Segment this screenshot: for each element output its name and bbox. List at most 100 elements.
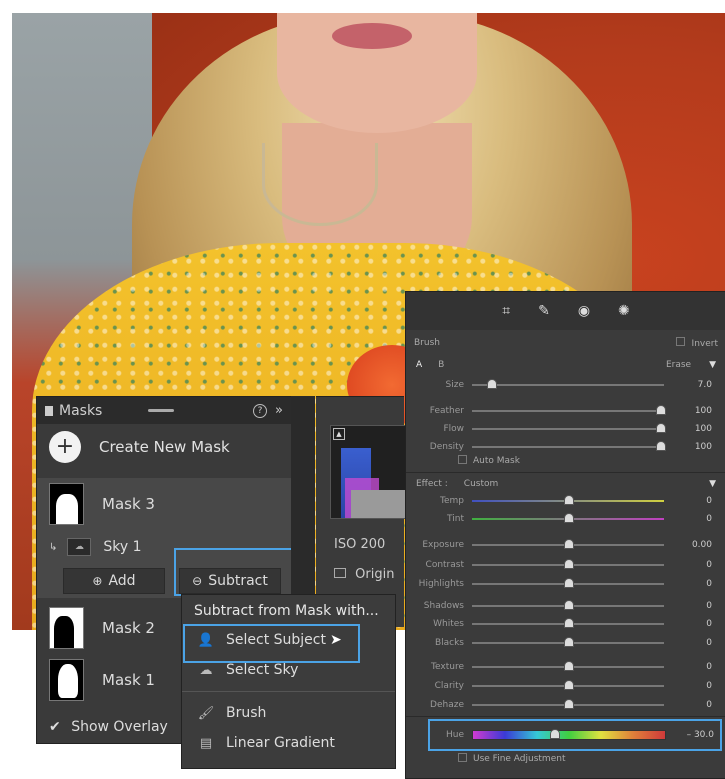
slider-knob[interactable] [656,441,666,451]
add-button[interactable]: ⊕ Add [63,568,165,594]
slider-knob[interactable] [564,600,574,610]
slider-knob[interactable] [564,680,574,690]
slider-knob[interactable] [564,559,574,569]
collapse-triangle-icon[interactable]: ▼ [709,479,725,489]
slider-value[interactable]: 0.00 [664,540,712,550]
masks-title: Masks [59,402,103,419]
slider-knob[interactable] [564,637,574,647]
auto-mask-label: Auto Mask [473,456,520,466]
slider-track[interactable] [472,618,664,628]
slider-knob[interactable] [564,661,574,671]
panel-separator [291,396,315,626]
mask-label: Mask 3 [102,495,155,513]
iso-readout: ISO 200 [334,537,386,552]
clipping-warning-icon[interactable]: ▲ [333,428,345,440]
original-toggle[interactable]: Origin [334,567,394,582]
checkbox-checked-icon: ✔ [49,719,61,735]
slider-track[interactable] [472,405,666,415]
slider-track[interactable] [472,637,664,647]
menu-item-label: Brush [226,705,267,721]
sky-icon: ☁ [199,662,213,678]
fine-adjustment-row[interactable]: Use Fine Adjustment [406,750,725,768]
slider-value[interactable]: 0 [664,560,712,570]
tab-a[interactable]: A [406,360,422,370]
auto-mask-row[interactable]: Auto Mask [406,452,725,470]
slider-label: Dehaze [430,700,464,710]
slider-value[interactable]: 0 [664,579,712,589]
effect-preset-select[interactable]: Custom [448,479,498,489]
slider-track[interactable] [472,539,664,549]
slider-track[interactable] [472,423,666,433]
slider-row-shadows: Shadows 0 [406,597,725,615]
menu-item-brush[interactable]: 🖌 Brush [182,698,395,728]
slider-track[interactable] [472,661,664,671]
tab-erase[interactable]: Erase [666,360,709,370]
help-icon[interactable]: ? [253,403,268,418]
slider-label: Exposure [422,540,464,550]
menu-item-label: Select Sky [226,662,299,678]
slider-value[interactable]: 100 [664,406,712,416]
slider-knob[interactable] [656,405,666,415]
slider-track[interactable] [472,559,664,569]
slider-row-blacks: Blacks 0 [406,634,725,652]
slider-row-exposure: Exposure 0.00 [406,536,725,554]
slider-label: Blacks [434,638,464,648]
panel-menu-icon[interactable] [45,405,53,416]
slider-track[interactable] [472,600,664,610]
subtract-dropdown-menu: Subtract from Mask with... 👤 Select Subj… [181,594,396,769]
slider-value[interactable]: 100 [664,442,712,452]
slider-row-contrast: Contrast 0 [406,556,725,574]
slider-value[interactable]: 0 [664,514,712,524]
tab-b[interactable]: B [422,360,444,370]
slider-knob[interactable] [564,699,574,709]
slider-knob[interactable] [486,379,497,389]
slider-knob[interactable] [564,495,574,505]
slider-label: Shadows [423,601,464,611]
redeye-icon[interactable]: ◉ [578,303,590,319]
slider-value[interactable]: 7.0 [664,380,712,390]
show-overlay-checkbox[interactable]: ✔ Show Overlay [49,719,168,735]
slider-knob[interactable] [656,423,666,433]
slider-value[interactable]: 0 [664,496,712,506]
drag-handle[interactable] [148,409,175,412]
slider-track[interactable] [472,379,664,389]
slider-label: Size [445,380,464,390]
checkbox-icon [334,568,346,578]
sky-icon: ☁ [67,538,92,556]
collapse-icon[interactable]: » [275,403,283,418]
collapse-triangle-icon[interactable]: ▼ [709,360,725,370]
slider-value[interactable]: 0 [664,662,712,672]
slider-label: Clarity [434,681,464,691]
slider-track[interactable] [472,495,664,505]
photo-lips [332,23,412,49]
mask-item-3[interactable]: Mask 3 [37,478,291,530]
slider-value[interactable]: 0 [664,700,712,710]
slider-track[interactable] [472,578,664,588]
photo-necklace [262,143,378,226]
slider-value[interactable]: 0 [664,601,712,611]
brush-icon: 🖌 [197,705,215,721]
slider-knob[interactable] [564,539,574,549]
slider-knob[interactable] [564,578,574,588]
invert-label: Invert [691,339,718,349]
heal-icon[interactable]: ✎ [538,303,550,319]
slider-track[interactable] [472,699,664,709]
masking-icon[interactable]: ✺ [618,303,630,319]
slider-knob[interactable] [564,513,574,523]
slider-row-highlights: Highlights 0 [406,575,725,593]
slider-track[interactable] [472,680,664,690]
crop-icon[interactable]: ⌗ [502,303,510,319]
slider-knob[interactable] [564,618,574,628]
slider-track[interactable] [472,441,666,451]
invert-toggle[interactable]: Invert [675,337,725,349]
slider-value[interactable]: 0 [664,681,712,691]
slider-track[interactable] [472,513,664,523]
select-subject-highlight [183,624,360,663]
slider-value[interactable]: 100 [664,424,712,434]
slider-value[interactable]: 0 [664,638,712,648]
menu-item-linear-gradient[interactable]: ▤ Linear Gradient [182,728,395,758]
slider-value[interactable]: 0 [664,619,712,629]
mask-thumbnail [49,659,84,701]
create-new-mask-button[interactable]: + Create New Mask [37,424,291,470]
slider-row-feather: Feather 100 [406,402,725,420]
